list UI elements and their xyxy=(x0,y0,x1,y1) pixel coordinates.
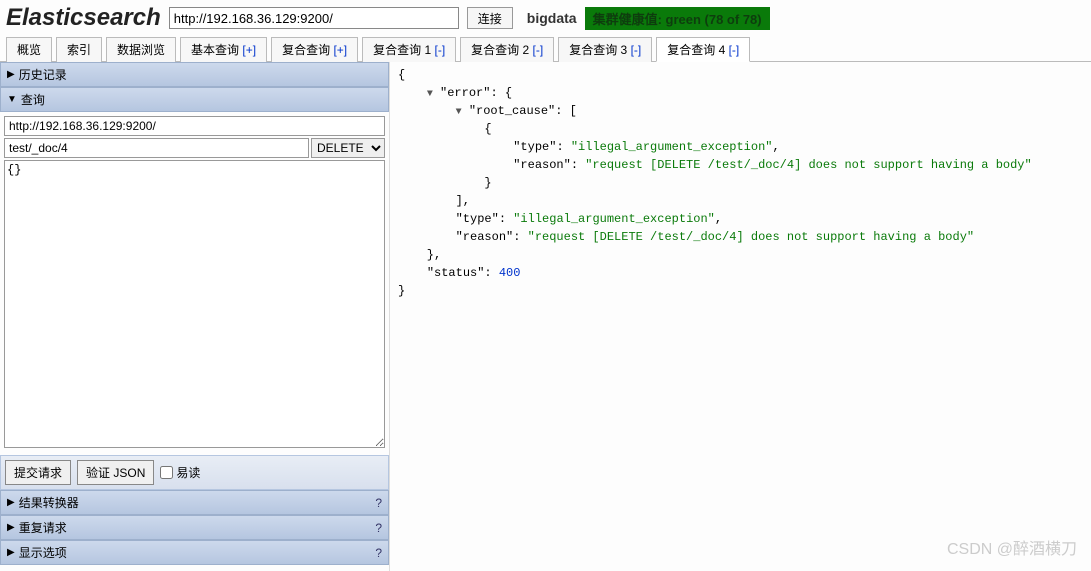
tab-compound-query-1[interactable]: 复合查询 1 [-] xyxy=(362,37,456,62)
caret-down-icon[interactable]: ▼ xyxy=(427,87,433,102)
history-section-header[interactable]: ▶ 历史记录 xyxy=(0,62,389,87)
cluster-name-label: bigdata xyxy=(527,10,577,26)
tab-overview[interactable]: 概览 xyxy=(6,37,52,62)
display-options-label: 显示选项 xyxy=(19,544,67,561)
tab-basic-query[interactable]: 基本查询 [+] xyxy=(180,37,267,62)
readable-checkbox[interactable] xyxy=(160,466,173,479)
result-transformer-header[interactable]: ▶ 结果转换器 ? xyxy=(0,490,389,515)
watermark: CSDN @醉酒横刀 xyxy=(947,535,1077,559)
chevron-right-icon: ▶ xyxy=(7,497,15,508)
json-value: "request [DELETE /test/_doc/4] does not … xyxy=(585,158,1031,172)
submit-request-button[interactable]: 提交请求 xyxy=(5,460,71,485)
chevron-right-icon: ▶ xyxy=(7,522,15,533)
help-icon[interactable]: ? xyxy=(375,496,382,510)
caret-down-icon[interactable]: ▼ xyxy=(456,105,462,120)
cluster-health-badge: 集群健康值: green (78 of 78) xyxy=(585,7,770,30)
cluster-url-input[interactable] xyxy=(169,7,459,29)
repeat-request-label: 重复请求 xyxy=(19,519,67,536)
main-area: ▶ 历史记录 ▼ 查询 DELETE 提交请求 验证 JSON 易读 xyxy=(0,62,1091,571)
http-method-select[interactable]: DELETE xyxy=(311,138,385,158)
header-bar: Elasticsearch 连接 bigdata 集群健康值: green (7… xyxy=(0,0,1091,36)
history-label: 历史记录 xyxy=(19,66,67,83)
tab-browse[interactable]: 数据浏览 xyxy=(106,37,176,62)
tab-compound-query[interactable]: 复合查询 [+] xyxy=(271,37,358,62)
tab-bar: 概览 索引 数据浏览 基本查询 [+] 复合查询 [+] 复合查询 1 [-] … xyxy=(0,36,1091,62)
query-path-input[interactable] xyxy=(4,138,309,158)
json-value: 400 xyxy=(499,266,521,280)
connect-button[interactable]: 连接 xyxy=(467,7,513,29)
json-response: { ▼ "error": { ▼ "root_cause": [ { "type… xyxy=(398,66,1083,300)
app-logo: Elasticsearch xyxy=(6,4,161,32)
chevron-down-icon: ▼ xyxy=(7,94,17,105)
tab-compound-query-3[interactable]: 复合查询 3 [-] xyxy=(558,37,652,62)
request-body-textarea[interactable] xyxy=(4,160,385,448)
display-options-header[interactable]: ▶ 显示选项 ? xyxy=(0,540,389,565)
left-panel: ▶ 历史记录 ▼ 查询 DELETE 提交请求 验证 JSON 易读 xyxy=(0,62,390,571)
tab-compound-query-4[interactable]: 复合查询 4 [-] xyxy=(656,37,750,62)
query-label: 查询 xyxy=(21,91,45,108)
query-section-header[interactable]: ▼ 查询 xyxy=(0,87,389,112)
repeat-request-header[interactable]: ▶ 重复请求 ? xyxy=(0,515,389,540)
validate-json-button[interactable]: 验证 JSON xyxy=(77,460,154,485)
readable-checkbox-label[interactable]: 易读 xyxy=(160,464,200,481)
response-panel: { ▼ "error": { ▼ "root_cause": [ { "type… xyxy=(390,62,1091,571)
query-url-input[interactable] xyxy=(4,116,385,136)
query-body-panel: DELETE xyxy=(0,112,389,455)
result-transformer-label: 结果转换器 xyxy=(19,494,79,511)
tab-compound-query-2[interactable]: 复合查询 2 [-] xyxy=(460,37,554,62)
help-icon[interactable]: ? xyxy=(375,521,382,535)
chevron-right-icon: ▶ xyxy=(7,547,15,558)
json-value: "illegal_argument_exception" xyxy=(571,140,773,154)
tab-indices[interactable]: 索引 xyxy=(56,37,102,62)
json-value: "request [DELETE /test/_doc/4] does not … xyxy=(528,230,974,244)
chevron-right-icon: ▶ xyxy=(7,69,15,80)
action-row: 提交请求 验证 JSON 易读 xyxy=(0,455,389,490)
json-value: "illegal_argument_exception" xyxy=(513,212,715,226)
help-icon[interactable]: ? xyxy=(375,546,382,560)
